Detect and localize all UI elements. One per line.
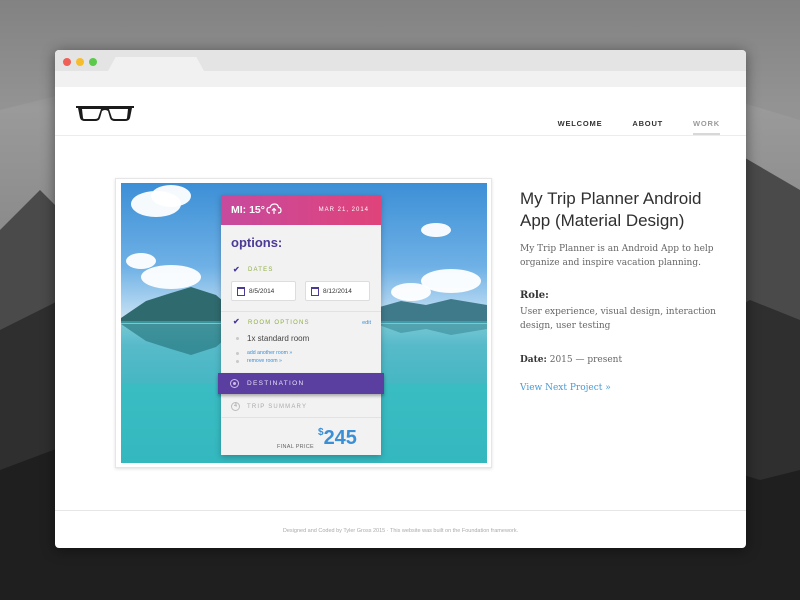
remove-room-link[interactable]: remove room » xyxy=(247,358,282,364)
edit-link[interactable]: edit xyxy=(362,320,371,326)
end-date-value: 8/12/2014 xyxy=(323,288,352,295)
final-price-label: FINAL PRICE xyxy=(277,444,315,450)
project-title: My Trip Planner Android App (Material De… xyxy=(520,189,702,230)
tab-strip xyxy=(55,71,746,87)
minimize-window-button[interactable] xyxy=(76,58,84,66)
footer-divider xyxy=(55,510,746,511)
price-amount: 245 xyxy=(323,427,357,449)
step-number-badge: 4 xyxy=(231,402,240,411)
step-dot xyxy=(236,352,239,355)
section-divider xyxy=(221,417,381,418)
nav-work[interactable]: WORK xyxy=(693,119,720,135)
role-text: User experience, visual design, interact… xyxy=(520,307,716,331)
step-dot xyxy=(236,360,239,363)
nav-welcome[interactable]: WELCOME xyxy=(558,119,603,135)
destination-step[interactable]: DESTINATION xyxy=(218,373,384,394)
start-date-field[interactable]: 8/5/2014 xyxy=(231,281,296,301)
maximize-window-button[interactable] xyxy=(89,58,97,66)
dates-label: DATES xyxy=(248,267,274,273)
calendar-icon xyxy=(311,287,319,296)
options-title: options: xyxy=(231,235,283,250)
close-window-button[interactable] xyxy=(63,58,71,66)
project-info: My Trip Planner Android App (Material De… xyxy=(520,188,720,393)
glasses-logo-icon[interactable] xyxy=(75,103,135,123)
room-options-label: ROOM OPTIONS xyxy=(248,320,310,326)
add-room-link[interactable]: add another room » xyxy=(247,350,292,356)
checkmark-icon: ✔ xyxy=(233,317,240,326)
site-header: WELCOME ABOUT WORK xyxy=(55,87,746,136)
browser-chrome xyxy=(55,50,746,87)
destination-label: DESTINATION xyxy=(247,380,305,387)
main-nav: WELCOME ABOUT WORK xyxy=(528,119,720,135)
mockup-date: MAR 21, 2014 xyxy=(318,207,369,213)
end-date-field[interactable]: 8/12/2014 xyxy=(305,281,370,301)
start-date-value: 8/5/2014 xyxy=(249,288,275,295)
project-description: My Trip Planner is an Android App to hel… xyxy=(520,244,714,268)
role-heading: Role: xyxy=(520,290,549,301)
browser-tab[interactable] xyxy=(108,57,204,71)
temperature-label: MI: 15° xyxy=(231,204,265,216)
date-label: Date: xyxy=(520,355,547,365)
mockup-header-bar: MI: 15° MAR 21, 2014 xyxy=(221,195,381,225)
site-footer: Designed and Coded by Tyler Gross 2015 ·… xyxy=(282,528,519,534)
cloud-upload-icon xyxy=(266,203,282,214)
project-image-frame: MI: 15° MAR 21, 2014 options: ✔ DATES 8/… xyxy=(115,178,492,468)
final-price-value: $245 xyxy=(318,427,357,450)
project-hero-image[interactable]: MI: 15° MAR 21, 2014 options: ✔ DATES 8/… xyxy=(121,183,487,463)
browser-window: WELCOME ABOUT WORK MI: 15° MAR 21, 2014 … xyxy=(55,50,746,548)
date-value: 2015 — present xyxy=(549,355,623,365)
section-divider xyxy=(221,311,381,312)
checkmark-icon: ✔ xyxy=(233,265,240,274)
room-selection: 1x standard room xyxy=(247,334,310,343)
radio-icon xyxy=(230,379,239,388)
next-project-link[interactable]: View Next Project » xyxy=(520,383,720,393)
trip-summary-label[interactable]: TRIP SUMMARY xyxy=(247,404,307,410)
step-dot xyxy=(236,337,239,340)
app-mockup-card: MI: 15° MAR 21, 2014 options: ✔ DATES 8/… xyxy=(218,195,384,455)
nav-about[interactable]: ABOUT xyxy=(632,119,663,135)
project-date: Date: 2015 — present xyxy=(520,353,720,367)
calendar-icon xyxy=(237,287,245,296)
